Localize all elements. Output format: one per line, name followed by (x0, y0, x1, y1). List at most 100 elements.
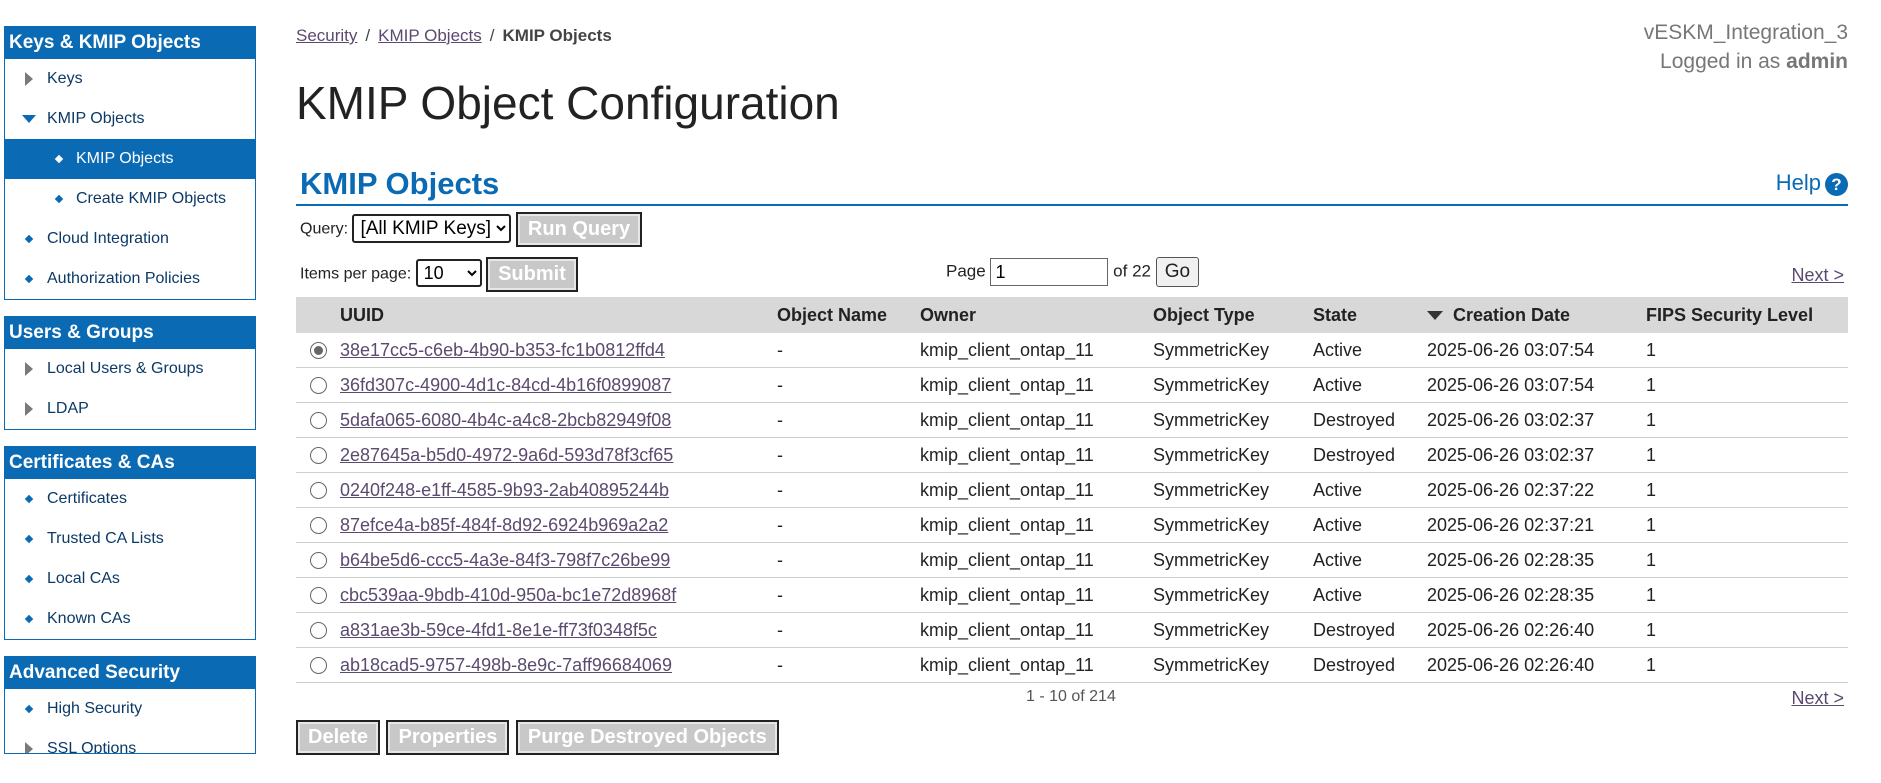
result-count: 1 - 10 of 214 (1026, 688, 1116, 705)
cell-fips-level: 1 (1646, 612, 1848, 648)
sidebar-subitem-create-kmip-objects[interactable]: Create KMIP Objects (5, 179, 255, 219)
cell-creation-date: 2025-06-26 02:26:40 (1427, 612, 1646, 648)
properties-button[interactable]: Properties (386, 720, 510, 755)
row-select-radio[interactable] (309, 552, 327, 570)
sidebar-item-high-security[interactable]: High Security (5, 689, 255, 729)
sidebar-item-label: KMIP Objects (76, 150, 174, 167)
table-row: ab18cad5-9757-498b-8e9c-7aff96684069 - k… (296, 647, 1848, 683)
pager: Page of 22 Go (946, 257, 1200, 287)
next-page-link-top[interactable]: Next > (1791, 265, 1844, 286)
header-owner[interactable]: Owner (920, 297, 1153, 333)
host-name: vESKM_Integration_3 (1643, 21, 1848, 44)
sidebar-item-cloud-integration[interactable]: Cloud Integration (5, 219, 255, 259)
cell-owner: kmip_client_ontap_11 (920, 507, 1153, 543)
submit-button[interactable]: Submit (486, 257, 578, 292)
table-row: a831ae3b-59ce-4fd1-8e1e-ff73f0348f5c - k… (296, 612, 1848, 648)
row-select-radio[interactable] (309, 657, 327, 675)
header-select (296, 297, 340, 333)
cell-object-type: SymmetricKey (1153, 542, 1313, 578)
section-header: KMIP Objects Help? (296, 160, 1848, 206)
uuid-link[interactable]: 0240f248-e1ff-4585-9b93-2ab40895244b (340, 480, 669, 500)
next-page-link-bottom[interactable]: Next > (1791, 688, 1844, 709)
panel-advanced-security: Advanced Security High Security SSL Opti… (4, 656, 256, 754)
go-button[interactable]: Go (1155, 257, 1200, 287)
help-link[interactable]: Help? (1776, 170, 1848, 196)
cell-state: Active (1313, 542, 1427, 578)
row-select-radio[interactable] (309, 482, 327, 500)
uuid-link[interactable]: 5dafa065-6080-4b4c-a4c8-2bcb82949f08 (340, 410, 671, 430)
row-select-radio[interactable] (309, 622, 327, 640)
row-select-radio[interactable] (309, 377, 327, 395)
sidebar-item-ssl-options[interactable]: SSL Options (5, 729, 255, 753)
cell-object-type: SymmetricKey (1153, 402, 1313, 438)
breadcrumb-link-kmip-objects[interactable]: KMIP Objects (378, 26, 482, 45)
uuid-link[interactable]: a831ae3b-59ce-4fd1-8e1e-ff73f0348f5c (340, 620, 657, 640)
cell-object-type: SymmetricKey (1153, 367, 1313, 403)
delete-button[interactable]: Delete (296, 720, 381, 755)
cell-owner: kmip_client_ontap_11 (920, 647, 1153, 683)
breadcrumb-current: KMIP Objects (502, 26, 612, 45)
bullet-icon (19, 219, 39, 259)
purge-destroyed-objects-button[interactable]: Purge Destroyed Objects (515, 720, 779, 755)
row-select-radio[interactable] (309, 342, 327, 360)
cell-owner: kmip_client_ontap_11 (920, 542, 1153, 578)
row-select-radio[interactable] (309, 517, 327, 535)
run-query-button[interactable]: Run Query (515, 212, 643, 247)
row-select-radio[interactable] (309, 587, 327, 605)
items-per-page-row: Items per page: 10 Submit (300, 257, 578, 292)
sidebar-item-certificates[interactable]: Certificates (5, 479, 255, 519)
sidebar-item-keys[interactable]: Keys (5, 59, 255, 99)
sidebar-item-kmip-objects[interactable]: KMIP Objects (5, 99, 255, 139)
table-row: 38e17cc5-c6eb-4b90-b353-fc1b0812ffd4 - k… (296, 333, 1848, 368)
cell-creation-date: 2025-06-26 03:07:54 (1427, 333, 1646, 368)
sidebar-item-label: Cloud Integration (47, 230, 169, 247)
row-select-radio[interactable] (309, 412, 327, 430)
header-object-type[interactable]: Object Type (1153, 297, 1313, 333)
uuid-link[interactable]: cbc539aa-9bdb-410d-950a-bc1e72d8968f (340, 585, 676, 605)
sidebar-item-label: Local CAs (47, 570, 120, 587)
table-row: 2e87645a-b5d0-4972-9a6d-593d78f3cf65 - k… (296, 437, 1848, 473)
query-select[interactable]: [All KMIP Keys] (352, 213, 512, 243)
header-creation-date[interactable]: Creation Date (1427, 297, 1646, 333)
cell-creation-date: 2025-06-26 02:28:35 (1427, 577, 1646, 613)
cell-object-type: SymmetricKey (1153, 612, 1313, 648)
sidebar-item-local-cas[interactable]: Local CAs (5, 559, 255, 599)
breadcrumb-link-security[interactable]: Security (296, 26, 357, 45)
uuid-link[interactable]: b64be5d6-ccc5-4a3e-84f3-798f7c26be99 (340, 550, 670, 570)
sidebar-item-ldap[interactable]: LDAP (5, 389, 255, 429)
cell-object-name: - (777, 507, 920, 543)
sidebar-item-known-cas[interactable]: Known CAs (5, 599, 255, 639)
bullet-icon (19, 519, 39, 559)
cell-fips-level: 1 (1646, 507, 1848, 543)
row-select-radio[interactable] (309, 447, 327, 465)
page-number-input[interactable] (990, 258, 1109, 286)
items-per-page-select[interactable]: 10 (415, 258, 482, 287)
uuid-link[interactable]: 87efce4a-b85f-484f-8d92-6924b969a2a2 (340, 515, 668, 535)
cell-state: Destroyed (1313, 437, 1427, 473)
sidebar-item-authorization-policies[interactable]: Authorization Policies (5, 259, 255, 299)
cell-creation-date: 2025-06-26 03:07:54 (1427, 367, 1646, 403)
header-object-name[interactable]: Object Name (777, 297, 920, 333)
sidebar-item-trusted-ca-lists[interactable]: Trusted CA Lists (5, 519, 255, 559)
action-bar: Delete Properties Purge Destroyed Object… (296, 720, 781, 755)
cell-object-type: SymmetricKey (1153, 437, 1313, 473)
sidebar-subitem-kmip-objects[interactable]: KMIP Objects (5, 139, 255, 179)
panel-title: Advanced Security (5, 657, 255, 689)
cell-owner: kmip_client_ontap_11 (920, 333, 1153, 368)
header-state[interactable]: State (1313, 297, 1427, 333)
breadcrumb-separator: / (365, 26, 371, 45)
uuid-link[interactable]: 2e87645a-b5d0-4972-9a6d-593d78f3cf65 (340, 445, 673, 465)
cell-state: Destroyed (1313, 612, 1427, 648)
header-uuid[interactable]: UUID (340, 297, 777, 333)
header-fips-level[interactable]: FIPS Security Level (1646, 297, 1848, 333)
username: admin (1786, 50, 1848, 73)
cell-owner: kmip_client_ontap_11 (920, 367, 1153, 403)
cell-object-name: - (777, 647, 920, 683)
uuid-link[interactable]: ab18cad5-9757-498b-8e9c-7aff96684069 (340, 655, 672, 675)
cell-creation-date: 2025-06-26 03:02:37 (1427, 402, 1646, 438)
cell-object-type: SymmetricKey (1153, 577, 1313, 613)
uuid-link[interactable]: 38e17cc5-c6eb-4b90-b353-fc1b0812ffd4 (340, 340, 665, 360)
cell-object-name: - (777, 333, 920, 368)
uuid-link[interactable]: 36fd307c-4900-4d1c-84cd-4b16f0899087 (340, 375, 671, 395)
sidebar-item-local-users-groups[interactable]: Local Users & Groups (5, 349, 255, 389)
